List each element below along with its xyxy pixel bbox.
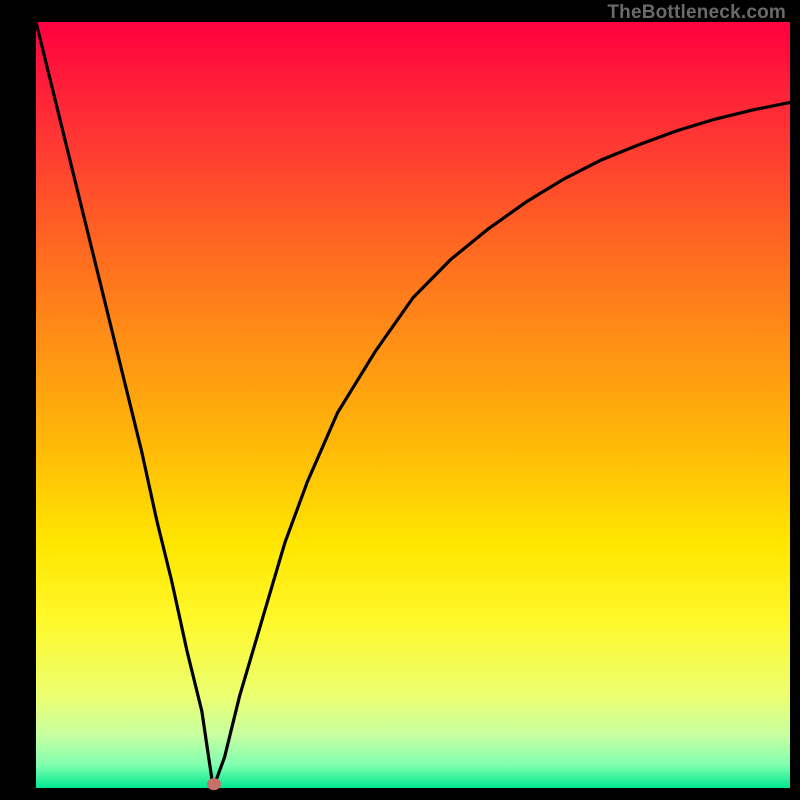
chart-frame: TheBottleneck.com xyxy=(0,0,800,800)
attribution-label: TheBottleneck.com xyxy=(607,2,786,24)
bottleneck-plot xyxy=(0,0,800,800)
optimum-marker xyxy=(207,778,221,790)
